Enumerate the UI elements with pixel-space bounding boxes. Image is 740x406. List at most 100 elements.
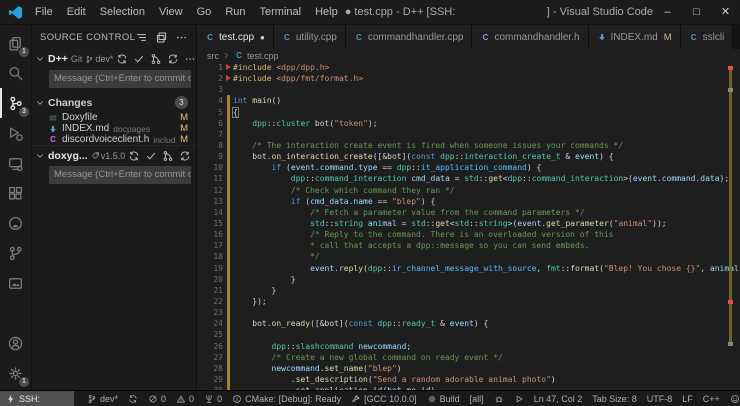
gutter-decoration xyxy=(223,274,233,285)
menu-edit[interactable]: Edit xyxy=(60,0,93,25)
overview-ruler[interactable] xyxy=(729,66,732,346)
sync-changes-icon[interactable] xyxy=(128,150,140,162)
view-as-tree-icon[interactable] xyxy=(135,31,148,44)
gutter-decoration xyxy=(223,240,233,251)
breadcrumb-folder[interactable]: src xyxy=(207,51,219,61)
tab-commandhandler.h[interactable]: Ccommandhandler.h xyxy=(472,25,588,49)
menu-file[interactable]: File xyxy=(28,0,60,25)
changes-section-header[interactable]: Changes 3 xyxy=(32,93,196,112)
menu-terminal[interactable]: Terminal xyxy=(253,0,309,25)
repo-row-doxygen[interactable]: doxyg... v1.5.0 xyxy=(32,145,196,165)
status-cmake-build[interactable]: Build xyxy=(422,391,465,406)
sync-changes-icon[interactable] xyxy=(116,53,128,65)
dirty-indicator: ● xyxy=(260,33,265,42)
status-encoding[interactable]: UTF-8 xyxy=(642,391,678,406)
ruler-mark xyxy=(728,342,733,346)
line-number: 11 xyxy=(197,173,223,184)
activity-accounts[interactable] xyxy=(0,328,31,358)
menu-view[interactable]: View xyxy=(152,0,190,25)
code-line: 9 bot.on_interaction_create([&bot](const… xyxy=(197,151,740,162)
status-cmake-launch[interactable] xyxy=(509,391,529,406)
changed-file-row[interactable]: DoxyfileM xyxy=(32,112,196,123)
status-eol[interactable]: LF xyxy=(677,391,698,406)
changed-file-row[interactable]: Cdiscordvoiceclient.hinclude/d...M xyxy=(32,134,196,145)
vscode-window: FileEditSelectionViewGoRunTerminalHelp ●… xyxy=(0,0,740,406)
status-label: [all] xyxy=(470,394,484,404)
status-cmake-kit[interactable]: [GCC 10.0.0] xyxy=(346,391,422,406)
more-actions-icon[interactable] xyxy=(175,31,188,44)
activity-manage[interactable]: 1 xyxy=(0,358,31,388)
refresh-icon[interactable] xyxy=(167,53,179,65)
menu-run[interactable]: Run xyxy=(218,0,252,25)
tab-commandhandler.cpp[interactable]: Ccommandhandler.cpp xyxy=(346,25,473,49)
gutter-decoration xyxy=(223,296,233,307)
status-errors-count[interactable]: 0 xyxy=(143,391,171,406)
breadcrumb-file[interactable]: test.cpp xyxy=(247,51,279,61)
activity-github[interactable] xyxy=(0,208,31,238)
commit-icon[interactable] xyxy=(145,150,157,162)
status-tests-count[interactable]: 0 xyxy=(199,391,227,406)
menu-help[interactable]: Help xyxy=(308,0,345,25)
code-text: /* Check which command they ran */ xyxy=(233,185,455,196)
status-feedback[interactable] xyxy=(725,391,740,406)
commit-message-input[interactable]: Message (Ctrl+Enter to commit on... xyxy=(49,166,191,184)
gutter-decoration xyxy=(223,140,233,151)
status-remote-indicator[interactable]: SSH: xyxy=(0,391,74,406)
code-line: 19 event.reply(dpp::ir_channel_message_w… xyxy=(197,263,740,274)
minimize-button[interactable]: – xyxy=(653,0,682,25)
tab-label: utility.cpp xyxy=(296,32,337,43)
tab-label: sslcli xyxy=(703,32,725,43)
code-line: 6 dpp::cluster bot("token"); xyxy=(197,118,740,129)
tab-label: commandhandler.cpp xyxy=(368,32,464,43)
activity-git-graph[interactable] xyxy=(0,238,31,268)
status-cursor-position[interactable]: Ln 47, Col 2 xyxy=(529,391,588,406)
status-warnings-count[interactable]: 0 xyxy=(171,391,199,406)
code-text: if (event.command.type == dpp::it_applic… xyxy=(233,162,541,173)
line-number: 1 xyxy=(197,62,223,73)
gutter-decoration xyxy=(223,352,233,363)
git-status-badge: M xyxy=(180,134,188,145)
commit-icon[interactable] xyxy=(133,53,145,65)
line-number: 3 xyxy=(197,84,223,95)
status-label: Tab Size: 8 xyxy=(592,394,637,404)
activity-search[interactable] xyxy=(0,58,31,88)
more-actions-icon[interactable] xyxy=(184,53,196,65)
tab-INDEX.md[interactable]: INDEX.mdM xyxy=(589,25,681,49)
tab-sslcli[interactable]: Csslcli xyxy=(681,25,733,49)
status-indentation[interactable]: Tab Size: 8 xyxy=(587,391,642,406)
activity-source-control[interactable]: 3 xyxy=(0,88,31,118)
tab-utility.cpp[interactable]: Cutility.cpp xyxy=(274,25,346,49)
repositories-icon[interactable] xyxy=(155,31,168,44)
code-editor[interactable]: 1#include <dpp/dpp.h>2#include <dpp/fmt/… xyxy=(197,62,740,390)
create-branch-icon[interactable] xyxy=(162,150,174,162)
menu-selection[interactable]: Selection xyxy=(93,0,152,25)
gutter-decoration xyxy=(223,385,233,390)
activity-extensions[interactable] xyxy=(0,178,31,208)
line-number: 5 xyxy=(197,107,223,118)
status-cmake-debug[interactable] xyxy=(489,391,509,406)
maximize-button[interactable]: □ xyxy=(682,0,711,25)
repo-row-dpp[interactable]: D++ Git dev* xyxy=(32,49,196,69)
changed-file-row[interactable]: INDEX.mddocpagesM xyxy=(32,123,196,134)
config-glyph-icon xyxy=(48,113,58,123)
code-text: } xyxy=(233,285,276,296)
create-branch-icon[interactable] xyxy=(150,53,162,65)
git-graph-icon xyxy=(7,245,24,262)
status-language-mode[interactable]: C++ xyxy=(698,391,725,406)
status-cmake-status[interactable]: CMake: [Debug]: Ready xyxy=(227,391,346,406)
status-git-branch[interactable]: dev* xyxy=(82,391,123,406)
activity-preview[interactable] xyxy=(0,268,31,298)
activity-explorer[interactable]: 1 xyxy=(0,28,31,58)
file-name: Doxyfile xyxy=(62,112,98,123)
menu-go[interactable]: Go xyxy=(190,0,219,25)
code-text: bot.on_interaction_create([&bot](const d… xyxy=(233,151,614,162)
status-label: [GCC 10.0.0] xyxy=(364,394,417,404)
close-button[interactable]: ✕ xyxy=(711,0,740,25)
activity-run-and-debug[interactable] xyxy=(0,118,31,148)
status-sync-status[interactable] xyxy=(123,391,143,406)
status-cmake-target[interactable]: [all] xyxy=(465,391,489,406)
commit-message-input[interactable]: Message (Ctrl+Enter to commit on... xyxy=(49,70,191,88)
tab-test.cpp[interactable]: Ctest.cpp● xyxy=(197,25,274,49)
activity-remote-explorer[interactable] xyxy=(0,148,31,178)
refresh-icon[interactable] xyxy=(179,150,191,162)
